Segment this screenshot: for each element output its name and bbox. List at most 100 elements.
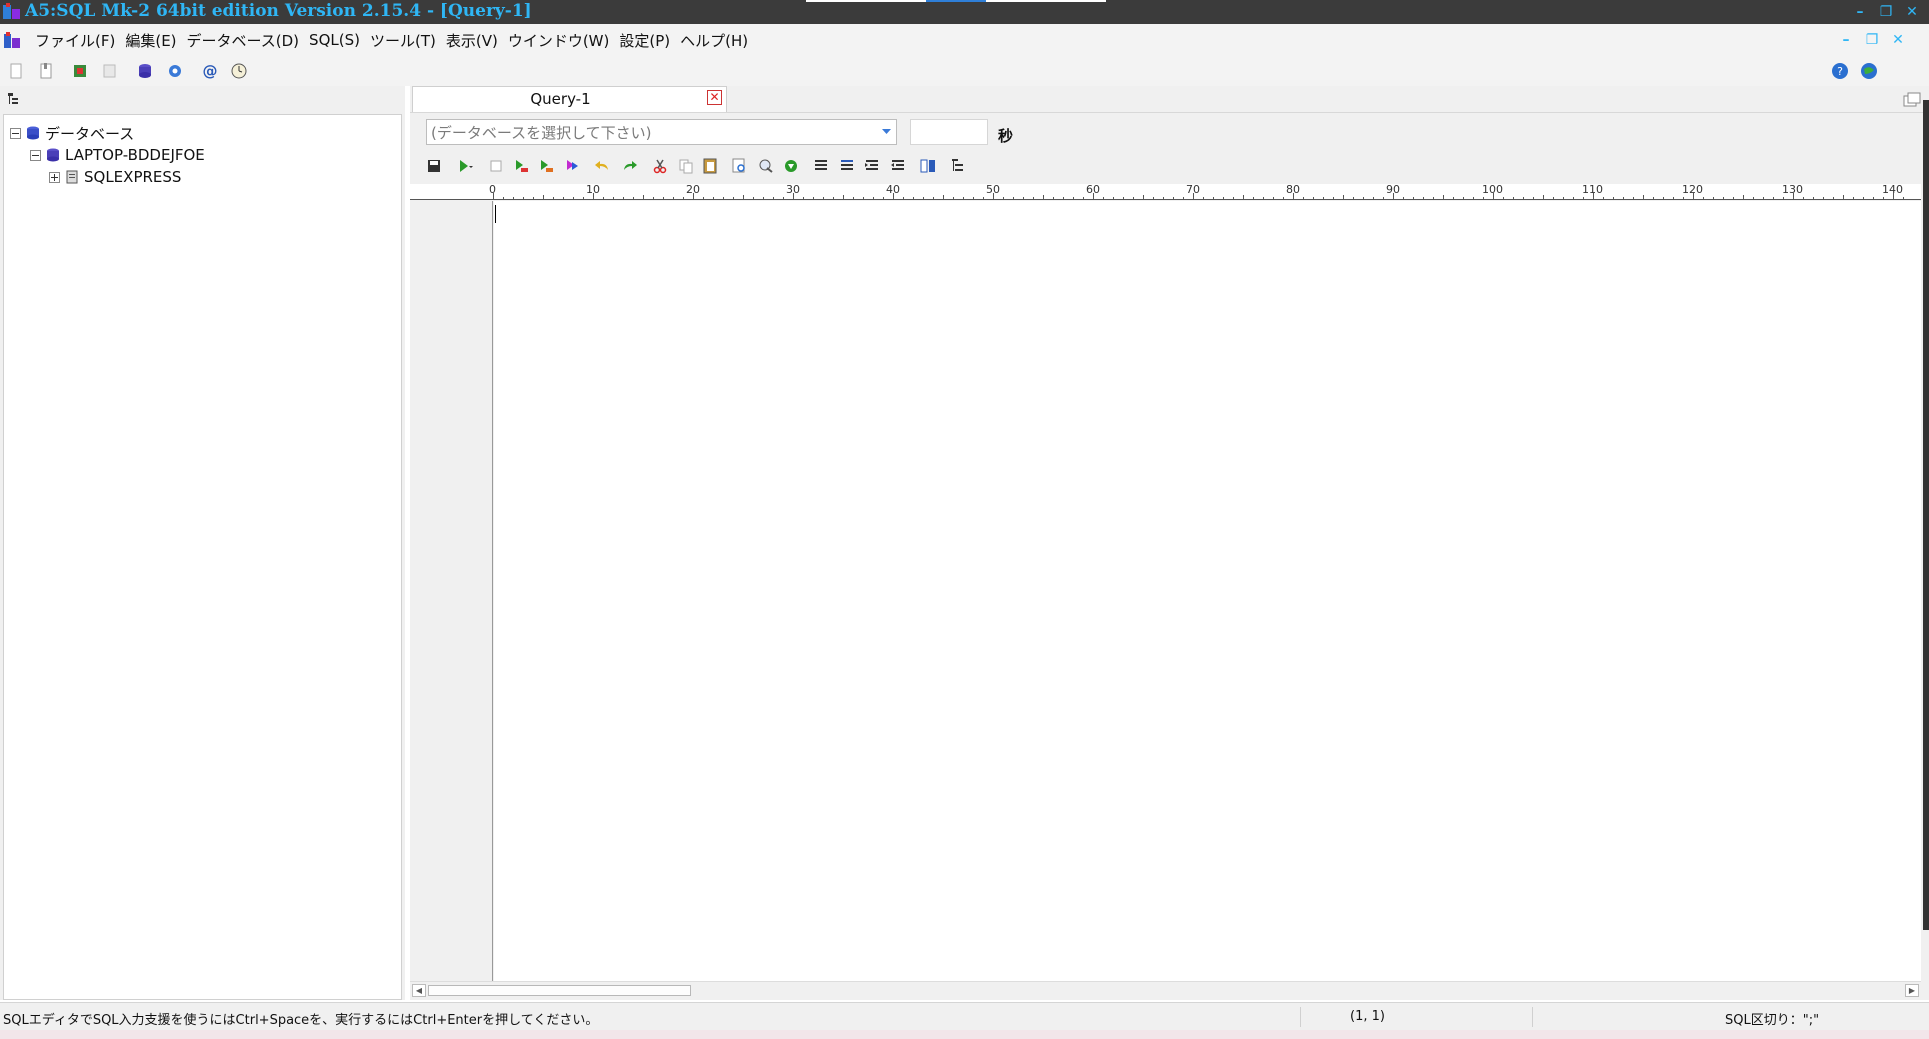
ruler-tick	[1273, 197, 1274, 199]
database-select[interactable]: (データベースを選択して下さい)	[426, 119, 897, 145]
settings-gear-icon[interactable]	[165, 61, 185, 81]
sql-editor[interactable]	[494, 201, 1921, 981]
menu-help[interactable]: ヘルプ(H)	[675, 30, 753, 51]
status-delimiter: SQL区切り：";"	[1725, 1013, 1820, 1028]
menu-edit[interactable]: 編集(E)	[120, 30, 181, 51]
title-strip-mid	[926, 0, 986, 2]
run-step-icon[interactable]	[511, 156, 531, 176]
ruler-tick	[1173, 197, 1174, 199]
new-file-icon[interactable]	[6, 61, 26, 81]
close-icon[interactable]: ✕	[1901, 2, 1923, 22]
menu-settings[interactable]: 設定(P)	[614, 30, 675, 51]
ruler-tick	[1083, 197, 1084, 199]
ruler-label: 100	[1482, 183, 1503, 196]
tab-list-icon[interactable]	[1903, 92, 1921, 108]
clock-icon[interactable]	[229, 61, 249, 81]
export-icon[interactable]	[70, 61, 90, 81]
ruler-tick	[853, 197, 854, 199]
tab-query-1[interactable]: Query-1 ✕	[412, 86, 727, 112]
stop-icon[interactable]	[486, 156, 506, 176]
tab-close-icon[interactable]: ✕	[707, 90, 722, 105]
menu-list: ファイル(F) 編集(E) データベース(D) SQL(S) ツール(T) 表示…	[30, 24, 753, 56]
menu-sql[interactable]: SQL(S)	[304, 31, 365, 49]
ruler-tick	[1413, 197, 1414, 199]
chevron-down-icon[interactable]	[876, 120, 896, 144]
ruler-tick	[1583, 197, 1584, 199]
collapse-icon[interactable]	[10, 127, 21, 139]
menu-window[interactable]: ウインドウ(W)	[503, 30, 615, 51]
undo-icon[interactable]	[593, 156, 613, 176]
collapse-icon[interactable]	[30, 149, 41, 161]
tree-view-icon[interactable]	[7, 92, 21, 106]
web-icon[interactable]	[1859, 61, 1879, 81]
minimize-icon[interactable]: –	[1849, 2, 1871, 22]
taskbar-edge	[0, 1030, 1929, 1039]
redo-icon[interactable]	[619, 156, 639, 176]
panel-header	[0, 86, 405, 114]
databases-icon	[27, 126, 39, 140]
restore-icon[interactable]: ❐	[1875, 2, 1897, 22]
replace-icon[interactable]	[756, 156, 776, 176]
tree-icon[interactable]	[949, 156, 969, 176]
wrap-icon[interactable]	[837, 156, 857, 176]
tree-node-host[interactable]: LAPTOP-BDDEJFOE	[30, 145, 205, 165]
ruler-label: 60	[1086, 183, 1100, 196]
ruler-tick	[503, 197, 504, 199]
expand-icon[interactable]	[49, 171, 60, 183]
ruler-tick	[1903, 197, 1904, 199]
ruler-tick	[573, 197, 574, 199]
ruler-tick	[1163, 197, 1164, 199]
scroll-thumb[interactable]	[428, 985, 691, 996]
help-icon[interactable]: ?	[1830, 61, 1850, 81]
ruler-tick	[1663, 197, 1664, 199]
run-all-icon[interactable]	[562, 156, 582, 176]
run-icon[interactable]	[454, 156, 474, 176]
ruler-label: 90	[1386, 183, 1400, 196]
find-icon[interactable]	[730, 156, 750, 176]
save-icon[interactable]	[424, 156, 444, 176]
tree-node-instance[interactable]: SQLEXPRESS	[49, 167, 181, 187]
timeout-seconds-input[interactable]	[910, 119, 988, 145]
ruler-label: 10	[586, 183, 600, 196]
ruler-tick	[753, 197, 754, 199]
ruler-tick	[1463, 197, 1464, 199]
menu-tools[interactable]: ツール(T)	[365, 30, 441, 51]
ruler-label: 50	[986, 183, 1000, 196]
ruler-label: 80	[1286, 183, 1300, 196]
horizontal-scrollbar[interactable]: ◀ ▶	[410, 981, 1921, 998]
ruler-tick	[1053, 197, 1054, 199]
copy-db-icon[interactable]	[100, 61, 120, 81]
tree-node-databases[interactable]: データベース	[10, 123, 134, 143]
compare-icon[interactable]	[918, 156, 938, 176]
scroll-right-icon[interactable]: ▶	[1905, 984, 1919, 997]
align-icon[interactable]	[811, 156, 831, 176]
ruler-tick	[1423, 197, 1424, 199]
database-icon[interactable]	[135, 61, 155, 81]
at-sign-icon[interactable]: @	[200, 61, 220, 81]
menu-file[interactable]: ファイル(F)	[30, 30, 120, 51]
scroll-left-icon[interactable]: ◀	[412, 984, 426, 997]
ruler-tick	[1323, 197, 1324, 199]
cut-icon[interactable]	[650, 156, 670, 176]
run-csv-icon[interactable]	[536, 156, 556, 176]
mdi-close-icon[interactable]: ✕	[1887, 30, 1909, 50]
app-menu-icon[interactable]	[3, 32, 21, 50]
column-ruler: 0 10 20 30 40 50 60 70 80 90 100 110 120…	[410, 183, 1921, 200]
mdi-minimize-icon[interactable]: –	[1835, 30, 1857, 50]
mdi-restore-icon[interactable]: ❐	[1861, 30, 1883, 50]
ruler-tick	[863, 197, 864, 199]
open-file-icon[interactable]	[36, 61, 56, 81]
menu-view[interactable]: 表示(V)	[441, 30, 503, 51]
ruler-tick	[783, 197, 784, 199]
ruler-tick	[703, 197, 704, 199]
query-panel: Query-1 ✕ (データベースを選択して下さい) 秒 0 10 20 30 …	[410, 86, 1929, 1000]
indent-icon[interactable]	[862, 156, 882, 176]
ruler-label: 70	[1186, 183, 1200, 196]
paste-icon[interactable]	[700, 156, 720, 176]
copy-icon[interactable]	[676, 156, 696, 176]
outdent-icon[interactable]	[888, 156, 908, 176]
ruler-label: 30	[786, 183, 800, 196]
tree-label-host: LAPTOP-BDDEJFOE	[65, 146, 205, 164]
go-icon[interactable]	[781, 156, 801, 176]
menu-database[interactable]: データベース(D)	[182, 30, 305, 51]
